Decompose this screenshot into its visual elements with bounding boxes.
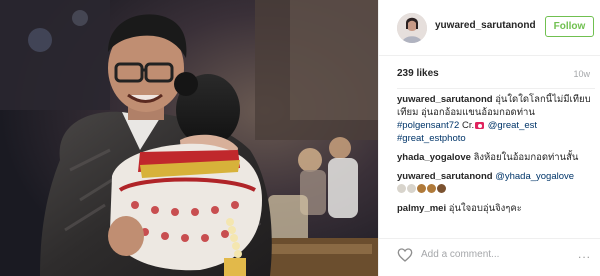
monkey-emoji-icon [417,184,426,193]
comment-item: palmy_mei อุ่นใจอบอุ่นจิงๆคะ [397,202,595,215]
owner-avatar[interactable] [397,13,427,43]
comment-item: yuwared_sarutanond อุ่นใดใดโลกนี้ไม่มีเท… [397,93,595,145]
hashtag-link[interactable]: #great_estphoto [397,133,466,144]
credit-label: Cr. [461,120,475,131]
post-header: yuwared_sarutanond Follow [379,0,600,56]
comment-username[interactable]: yuwared_sarutanond [397,171,493,182]
comment-bar: Add a comment... ... [379,238,600,276]
comment-text: ลิงห้อยในอ้อมกอดท่านสั้น [473,152,579,163]
comment-item: yhada_yogalove ลิงห้อยในอ้อมกอดท่านสั้น [397,151,595,164]
avatar-image [397,13,427,43]
post-timestamp[interactable]: 10w [573,69,590,79]
mention-link[interactable]: @great_est [488,120,537,131]
monkey-emoji-icon [397,184,406,193]
heart-outline-icon[interactable] [397,247,413,263]
hashtag-link[interactable]: #polgensant72 [397,120,459,131]
comment-text: อุ่นใจอบอุ่นจิงๆคะ [448,203,522,214]
owner-username[interactable]: yuwared_sarutanond [435,20,536,31]
more-options-icon[interactable]: ... [578,247,591,261]
photo-illustration [0,0,378,276]
comment-username[interactable]: palmy_mei [397,203,446,214]
post-side-panel: yuwared_sarutanond Follow 239 likes 10w … [378,0,600,276]
divider [397,88,595,89]
comment-list: yuwared_sarutanond อุ่นใดใดโลกนี้ไม่มีเท… [397,93,595,238]
comment-username[interactable]: yhada_yogalove [397,152,471,163]
likes-count[interactable]: 239 likes [397,68,439,79]
comment-item: yuwared_sarutanond @yhada_yogalove [397,170,595,196]
camera-emoji-icon [475,122,485,129]
instagram-post: yuwared_sarutanond Follow 239 likes 10w … [0,0,600,276]
monkey-emoji-icon [407,184,416,193]
monkey-emoji-icon [437,184,446,193]
follow-button[interactable]: Follow [545,16,594,37]
add-comment-input[interactable]: Add a comment... [421,249,499,260]
post-photo[interactable] [0,0,378,276]
monkey-emoji-icon [427,184,436,193]
comment-username[interactable]: yuwared_sarutanond [397,94,493,105]
mention-link[interactable]: @yhada_yogalove [495,171,574,182]
